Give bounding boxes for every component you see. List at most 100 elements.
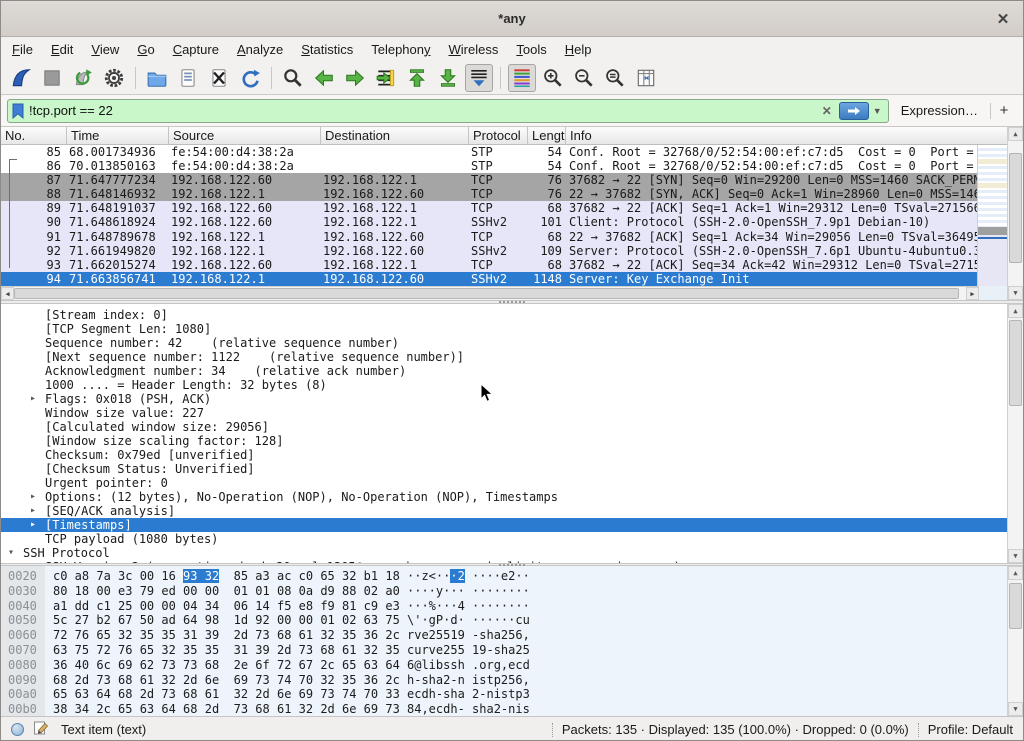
start-capture-button[interactable] — [7, 64, 35, 92]
detail-line[interactable]: [Stream index: 0] — [1, 308, 1009, 322]
hex-row[interactable]: 008036 40 6c 69 62 73 73 68 2e 6f 72 67 … — [1, 658, 1009, 673]
stop-capture-button[interactable] — [38, 64, 66, 92]
column-info[interactable]: Info — [566, 127, 1009, 144]
apply-filter-button[interactable] — [839, 102, 869, 120]
capture-options-button[interactable] — [100, 64, 128, 92]
menu-capture[interactable]: Capture — [164, 39, 228, 60]
menu-help[interactable]: Help — [556, 39, 601, 60]
go-to-packet-button[interactable] — [372, 64, 400, 92]
hex-row[interactable]: 006072 76 65 32 35 35 31 39 2d 73 68 61 … — [1, 628, 1009, 643]
packet-row[interactable]: 9171.648789678192.168.122.1192.168.122.6… — [1, 230, 979, 244]
close-file-button[interactable] — [205, 64, 233, 92]
column-source[interactable]: Source — [169, 127, 321, 144]
menu-view[interactable]: View — [82, 39, 128, 60]
column-length[interactable]: Length — [528, 127, 566, 144]
hex-row[interactable]: 0040a1 dd c1 25 00 00 04 34 06 14 f5 e8 … — [1, 599, 1009, 614]
go-back-button[interactable] — [310, 64, 338, 92]
scroll-up-icon[interactable]: ▲ — [1008, 304, 1023, 318]
scroll-right-icon[interactable]: ▶ — [966, 287, 979, 300]
bytes-vscrollbar[interactable]: ▲ ▼ — [1007, 566, 1023, 716]
capture-comment-icon[interactable] — [33, 720, 49, 739]
detail-line[interactable]: [TCP Segment Len: 1080] — [1, 322, 1009, 336]
resize-columns-button[interactable] — [632, 64, 660, 92]
hex-row[interactable]: 003080 18 00 e3 79 ed 00 00 01 01 08 0a … — [1, 584, 1009, 599]
hex-row[interactable]: 00505c 27 b2 67 50 ad 64 98 1d 92 00 00 … — [1, 613, 1009, 628]
close-icon[interactable]: ✕ — [993, 9, 1013, 29]
menu-analyze[interactable]: Analyze — [228, 39, 292, 60]
detail-line[interactable]: ▸Options: (12 bytes), No-Operation (NOP)… — [1, 490, 1009, 504]
menu-tools[interactable]: Tools — [507, 39, 555, 60]
go-last-packet-button[interactable] — [434, 64, 462, 92]
scroll-down-icon[interactable]: ▼ — [1008, 549, 1023, 563]
packet-row[interactable]: 8568.001734936fe:54:00:d4:38:2aSTP54Conf… — [1, 145, 979, 159]
packet-row[interactable]: 9071.648618924192.168.122.60192.168.122.… — [1, 215, 979, 229]
packet-list-hscroll-thumb[interactable] — [14, 288, 959, 299]
detail-line[interactable]: [Checksum Status: Unverified] — [1, 462, 1009, 476]
auto-scroll-toggle[interactable] — [465, 64, 493, 92]
scroll-down-icon[interactable]: ▼ — [1008, 286, 1023, 300]
menu-file[interactable]: File — [3, 39, 42, 60]
restart-capture-button[interactable] — [69, 64, 97, 92]
packet-row[interactable]: 9471.663856741192.168.122.1192.168.122.6… — [1, 272, 979, 286]
menu-statistics[interactable]: Statistics — [292, 39, 362, 60]
expert-info-icon[interactable] — [11, 723, 24, 736]
detail-line[interactable]: Window size value: 227 — [1, 406, 1009, 420]
zoom-original-button[interactable] — [601, 64, 629, 92]
hex-row[interactable]: 007063 75 72 76 65 32 35 35 31 39 2d 73 … — [1, 643, 1009, 658]
collapse-icon[interactable]: ▾ — [8, 546, 14, 560]
expand-icon[interactable]: ▸ — [30, 518, 36, 532]
scroll-up-icon[interactable]: ▲ — [1008, 566, 1023, 580]
detail-line[interactable]: Sequence number: 42 (relative sequence n… — [1, 336, 1009, 350]
menu-edit[interactable]: Edit — [42, 39, 82, 60]
packet-row[interactable]: 8971.648191037192.168.122.60192.168.122.… — [1, 201, 979, 215]
packet-row[interactable]: 8871.648146932192.168.122.1192.168.122.6… — [1, 187, 979, 201]
open-file-button[interactable] — [143, 64, 171, 92]
detail-line[interactable]: [Calculated window size: 29056] — [1, 420, 1009, 434]
bookmark-icon[interactable] — [11, 103, 25, 119]
go-first-packet-button[interactable] — [403, 64, 431, 92]
packet-row[interactable]: 9271.661949820192.168.122.1192.168.122.6… — [1, 244, 979, 258]
display-filter-input[interactable] — [29, 103, 815, 118]
add-filter-button[interactable]: + — [991, 102, 1017, 119]
packet-list-vscroll-thumb[interactable] — [1009, 153, 1022, 263]
hex-row[interactable]: 00b038 34 2c 65 63 64 68 2d 73 68 61 32 … — [1, 702, 1009, 716]
column-time[interactable]: Time — [67, 127, 169, 144]
column-protocol[interactable]: Protocol — [469, 127, 528, 144]
packet-row[interactable]: 8771.647777234192.168.122.60192.168.122.… — [1, 173, 979, 187]
detail-line[interactable]: Urgent pointer: 0 — [1, 476, 1009, 490]
find-packet-button[interactable] — [279, 64, 307, 92]
packet-list-hscrollbar[interactable]: ◀ ▶ — [1, 286, 979, 300]
zoom-in-button[interactable] — [539, 64, 567, 92]
detail-line[interactable]: ▸Flags: 0x018 (PSH, ACK) — [1, 392, 1009, 406]
details-vscroll-thumb[interactable] — [1009, 320, 1022, 406]
intelligent-scrollbar-minimap[interactable] — [977, 145, 1007, 286]
display-filter-box[interactable]: ✕ ▼ — [7, 99, 889, 123]
expression-button[interactable]: Expression… — [889, 103, 990, 118]
expand-icon[interactable]: ▸ — [30, 490, 36, 504]
packet-list-vscrollbar[interactable]: ▲ ▼ — [1007, 127, 1023, 300]
menu-wireless[interactable]: Wireless — [440, 39, 508, 60]
menu-go[interactable]: Go — [128, 39, 163, 60]
scroll-up-icon[interactable]: ▲ — [1008, 127, 1023, 141]
packet-row[interactable]: 9371.662015274192.168.122.60192.168.122.… — [1, 258, 979, 272]
detail-line[interactable]: ▸[Timestamps] — [1, 518, 1009, 532]
detail-line[interactable]: TCP payload (1080 bytes) — [1, 532, 1009, 546]
scroll-left-icon[interactable]: ◀ — [1, 287, 14, 300]
title-bar[interactable]: *any ✕ — [1, 1, 1023, 37]
profile-status[interactable]: Profile: Default — [928, 722, 1013, 737]
hex-row[interactable]: 009068 2d 73 68 61 32 2d 6e 69 73 74 70 … — [1, 673, 1009, 688]
details-vscrollbar[interactable]: ▲ ▼ — [1007, 304, 1023, 563]
colorize-toggle[interactable] — [508, 64, 536, 92]
reload-button[interactable] — [236, 64, 264, 92]
expand-icon[interactable]: ▸ — [30, 392, 36, 406]
clear-filter-icon[interactable]: ✕ — [819, 104, 835, 118]
detail-line[interactable]: 1000 .... = Header Length: 32 bytes (8) — [1, 378, 1009, 392]
go-forward-button[interactable] — [341, 64, 369, 92]
menu-telephony[interactable]: Telephony — [362, 39, 439, 60]
column-no[interactable]: No. — [1, 127, 67, 144]
filter-dropdown-icon[interactable]: ▼ — [873, 106, 885, 116]
detail-line[interactable]: [Next sequence number: 1122 (relative se… — [1, 350, 1009, 364]
hex-row[interactable]: 0020c0 a8 7a 3c 00 16 93 32 85 a3 ac c0 … — [1, 569, 1009, 584]
bytes-vscroll-thumb[interactable] — [1009, 583, 1022, 629]
detail-line[interactable]: ▾SSH Protocol — [1, 546, 1009, 560]
